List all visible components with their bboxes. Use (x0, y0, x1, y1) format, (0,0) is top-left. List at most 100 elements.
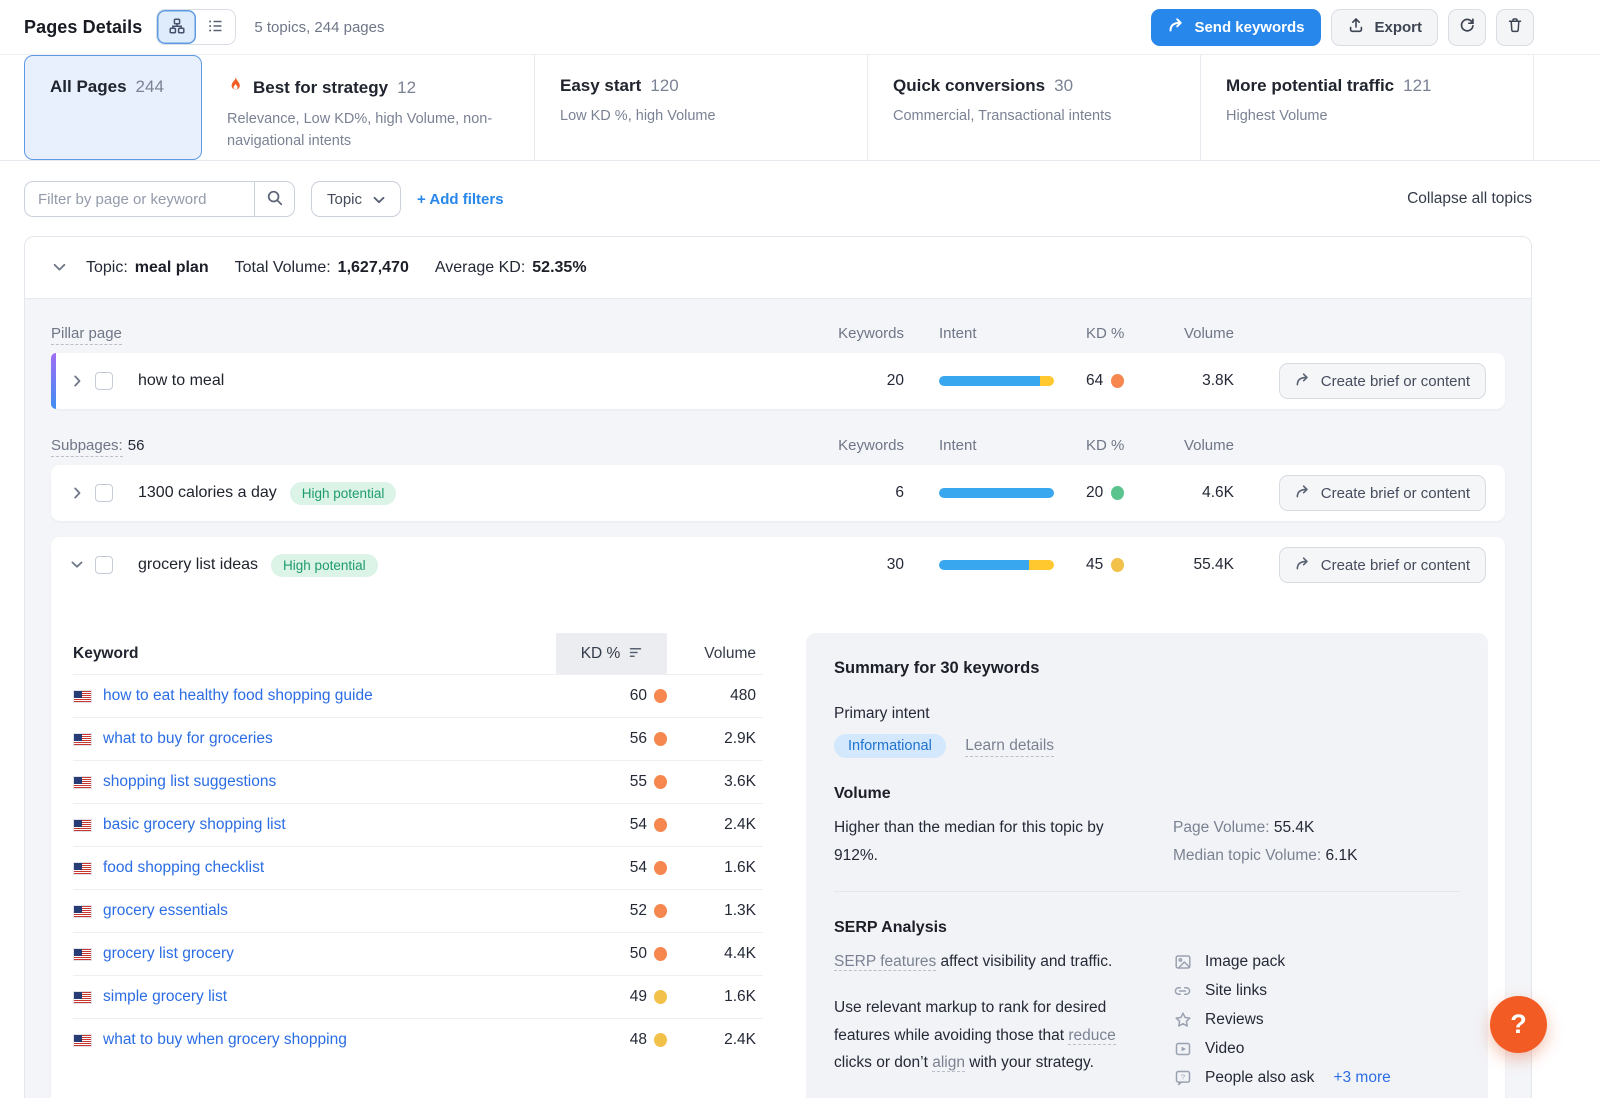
create-brief-label: Create brief or content (1321, 485, 1470, 502)
row-checkbox[interactable] (95, 484, 113, 502)
collapse-row-button[interactable] (65, 553, 89, 577)
keyword-row: shopping list suggestions 55 3.6K (73, 760, 763, 803)
page-volume-value: 55.4K (1274, 819, 1315, 836)
pillar-page-label[interactable]: Pillar page (51, 325, 122, 345)
tab-quick-conversions[interactable]: Quick conversions30 Commercial, Transact… (868, 55, 1201, 160)
serp-intro-text: affect visibility and traffic. (936, 953, 1112, 970)
keyword-link[interactable]: simple grocery list (103, 988, 227, 1006)
help-button[interactable]: ? (1490, 996, 1547, 1053)
tab-more-potential-traffic[interactable]: More potential traffic121 Highest Volume (1201, 55, 1534, 160)
tab-description: Low KD %, high Volume (560, 105, 842, 127)
page-title-cell[interactable]: how to meal (129, 372, 754, 390)
volume-value: 1.6K (667, 988, 763, 1006)
subpage-row-expanded[interactable]: grocery list ideasHigh potential 30 45 5… (51, 537, 1505, 1098)
serp-feature-label: Site links (1205, 977, 1267, 1005)
keyword-row: grocery list grocery 50 4.4K (73, 932, 763, 975)
create-brief-button[interactable]: Create brief or content (1279, 547, 1486, 583)
volume-heading: Volume (834, 785, 1460, 803)
learn-details-link[interactable]: Learn details (965, 737, 1054, 757)
topic-filter-dropdown[interactable]: Topic (311, 181, 401, 217)
more-serp-features-link[interactable]: +3 more (1333, 1064, 1390, 1092)
volume-value: 2.4K (667, 816, 763, 834)
serp-feature-label: Reviews (1205, 1006, 1264, 1034)
volume-sort-header[interactable]: Volume (667, 645, 763, 663)
subpage-row[interactable]: 1300 calories a dayHigh potential 6 20 4… (51, 465, 1505, 521)
keyword-row: basic grocery shopping list 54 2.4K (73, 803, 763, 846)
primary-intent-label: Primary intent (834, 705, 1460, 723)
send-keywords-button[interactable]: Send keywords (1151, 9, 1321, 46)
us-flag-icon (73, 776, 92, 789)
refresh-icon (1458, 16, 1476, 38)
reviews-star-icon (1173, 1011, 1192, 1029)
tab-description: Commercial, Transactional intents (893, 105, 1175, 127)
keyword-row: what to buy for groceries 56 2.9K (73, 717, 763, 760)
delete-button[interactable] (1496, 9, 1534, 46)
us-flag-icon (73, 948, 92, 961)
keyword-link[interactable]: shopping list suggestions (103, 773, 276, 791)
keyword-link[interactable]: basic grocery shopping list (103, 816, 286, 834)
page-volume-label: Page Volume: (1173, 819, 1270, 836)
serp-advice-text: Use relevant markup to rank for desired … (834, 999, 1106, 1044)
tab-count: 12 (397, 78, 416, 98)
search-button[interactable] (254, 181, 295, 217)
serp-feature-label: Image pack (1205, 948, 1285, 976)
row-checkbox[interactable] (95, 372, 113, 390)
kd-dot (1111, 486, 1124, 500)
keyword-link[interactable]: grocery list grocery (103, 945, 234, 963)
serp-analysis-heading: SERP Analysis (834, 919, 1460, 937)
export-button[interactable]: Export (1331, 9, 1438, 46)
kd-column-header: KD % (1064, 325, 1144, 342)
kd-dot (654, 732, 667, 746)
volume-comparison-text: Higher than the median for this topic by… (834, 814, 1146, 870)
keyword-link[interactable]: food shopping checklist (103, 859, 264, 877)
send-arrow-icon (1295, 556, 1311, 575)
keywords-count: 20 (754, 372, 904, 390)
median-volume-label: Median topic Volume: (1173, 847, 1321, 864)
serp-analysis-text: SERP features affect visibility and traf… (834, 948, 1146, 1096)
add-filters-link[interactable]: + Add filters (417, 191, 504, 208)
keyword-column-header: Keyword (73, 645, 556, 663)
row-checkbox[interactable] (95, 556, 113, 574)
create-brief-button[interactable]: Create brief or content (1279, 475, 1486, 511)
collapse-all-topics-link[interactable]: Collapse all topics (1407, 190, 1532, 208)
expand-row-button[interactable] (65, 481, 89, 505)
serp-feature-item: Site links (1173, 977, 1460, 1006)
create-brief-label: Create brief or content (1321, 557, 1470, 574)
tab-best-for-strategy[interactable]: Best for strategy12 Relevance, Low KD%, … (202, 55, 535, 160)
pillar-page-row[interactable]: how to meal 20 64 3.8K Create brief or c… (51, 353, 1505, 409)
topbar-actions: Send keywords Export (1151, 9, 1534, 46)
subpages-label[interactable]: Subpages: (51, 437, 123, 457)
expand-row-button[interactable] (65, 369, 89, 393)
serp-features-term[interactable]: SERP features (834, 953, 936, 971)
volume-column-header: Volume (1144, 325, 1234, 342)
volume-value: 2.4K (667, 1031, 763, 1049)
serp-feature-label: Video (1205, 1035, 1244, 1063)
total-volume-value: 1,627,470 (338, 259, 409, 277)
create-brief-button[interactable]: Create brief or content (1279, 363, 1486, 399)
align-term[interactable]: align (932, 1054, 965, 1072)
page-title-cell[interactable]: 1300 calories a day (138, 484, 277, 502)
pages-details-app: Pages Details 5 topics, 244 pages Send k… (0, 0, 1600, 1099)
keyword-link[interactable]: how to eat healthy food shopping guide (103, 687, 373, 705)
refresh-button[interactable] (1448, 9, 1486, 46)
list-view-button[interactable] (196, 10, 235, 44)
topic-header[interactable]: Topic: meal plan Total Volume: 1,627,470… (25, 237, 1531, 299)
filter-search-input[interactable] (24, 181, 254, 217)
keyword-link[interactable]: grocery essentials (103, 902, 228, 920)
kd-dot (654, 818, 667, 832)
us-flag-icon (73, 733, 92, 746)
view-toggle (156, 9, 236, 45)
strategy-tabs: All Pages244 Best for strategy12 Relevan… (0, 55, 1600, 161)
page-title-cell[interactable]: grocery list ideas (138, 556, 258, 574)
serp-feature-item: Video (1173, 1035, 1460, 1064)
kd-sort-header[interactable]: KD % (556, 633, 667, 674)
kd-dot (654, 861, 667, 875)
volume-value: 4.4K (667, 945, 763, 963)
tab-all-pages[interactable]: All Pages244 (24, 55, 202, 160)
pillar-accent-bar (51, 353, 56, 409)
tab-easy-start[interactable]: Easy start120 Low KD %, high Volume (535, 55, 868, 160)
keyword-link[interactable]: what to buy when grocery shopping (103, 1031, 347, 1049)
keyword-link[interactable]: what to buy for groceries (103, 730, 273, 748)
hierarchy-view-button[interactable] (157, 10, 196, 44)
reduce-term[interactable]: reduce (1068, 1027, 1115, 1045)
